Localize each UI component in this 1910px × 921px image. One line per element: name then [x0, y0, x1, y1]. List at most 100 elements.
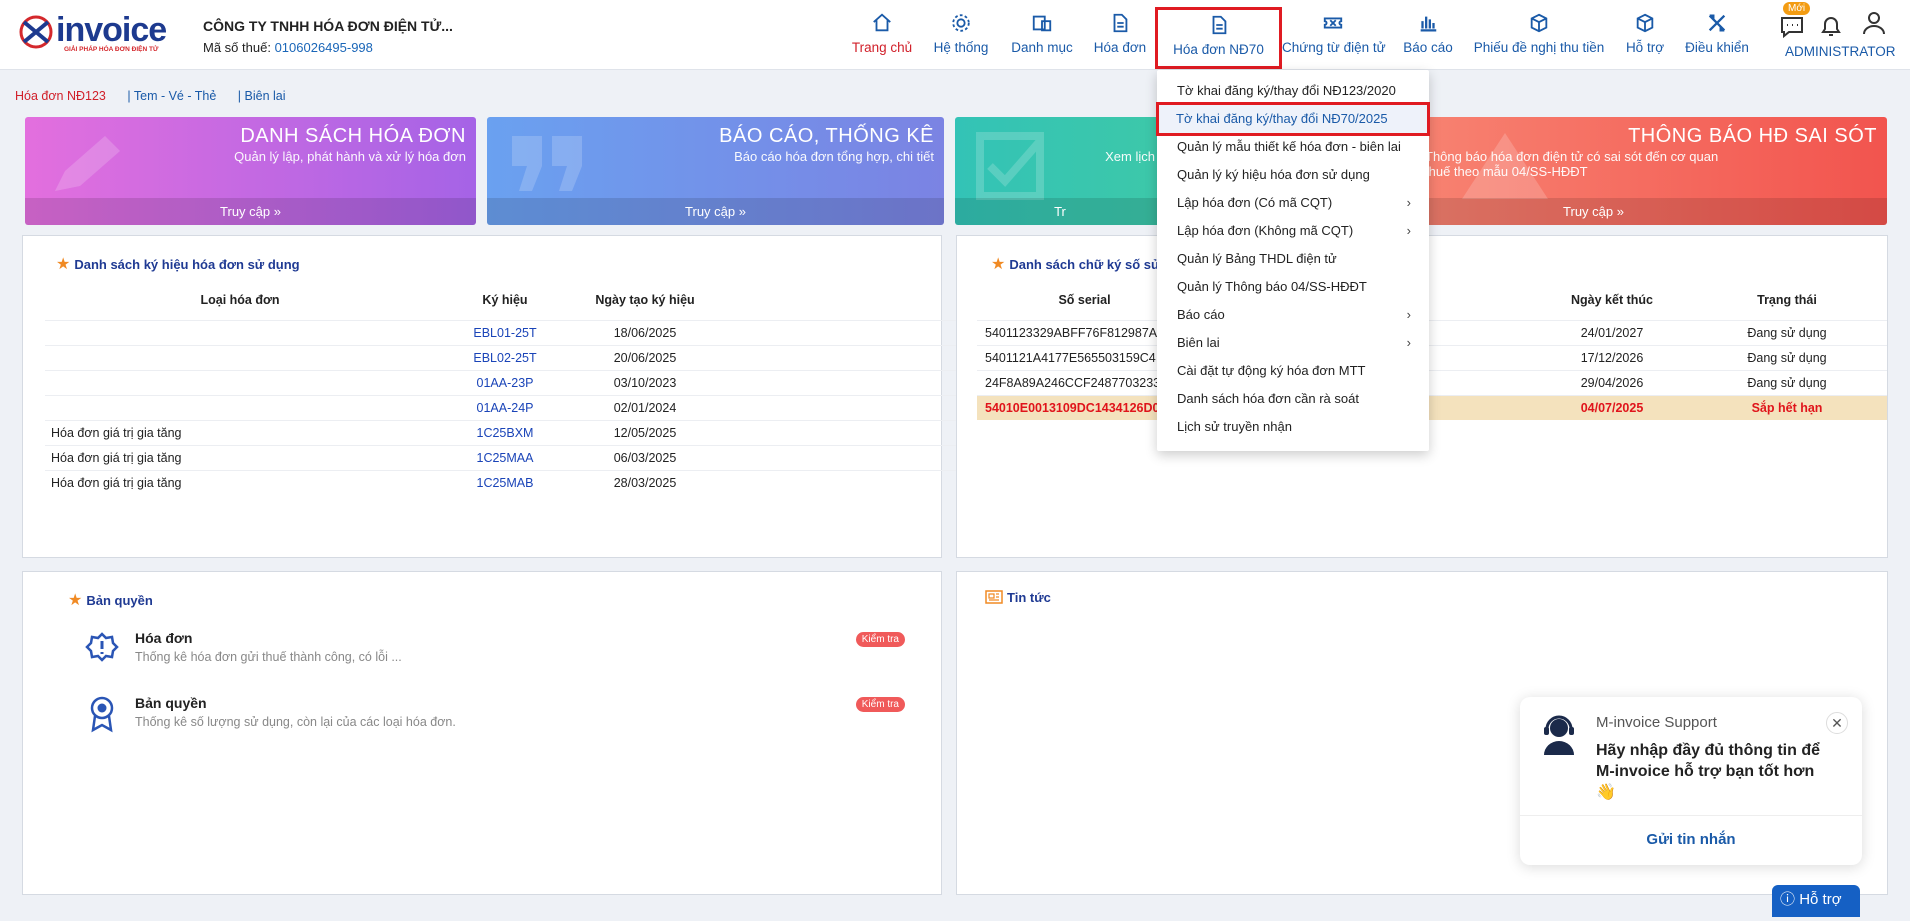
dropdown-item[interactable]: Báo cáo › — [1157, 301, 1429, 329]
cell-symbol-code[interactable]: 01AA-24P — [435, 394, 575, 420]
nav-ho-tro[interactable]: Hỗ trợ — [1620, 8, 1670, 64]
nav-phieu-de-nghi-thu-tien[interactable]: Phiếu đề nghị thu tiền — [1472, 8, 1606, 64]
dropdown-item-label: Cài đặt tự động ký hóa đơn MTT — [1177, 363, 1366, 378]
table-row[interactable]: EBL01-25T 18/06/2025 — [45, 319, 963, 345]
dropdown-item[interactable]: Lịch sử truyền nhận — [1157, 413, 1429, 441]
company-name: CÔNG TY TNHH HÓA ĐƠN ĐIỆN TỬ... — [203, 18, 453, 34]
nav-label: Hóa đơn — [1093, 40, 1147, 55]
cell-invoice-type: Hóa đơn giá trị gia tăng — [45, 444, 435, 470]
cell-created-date: 18/06/2025 — [575, 319, 715, 345]
dropdown-item-label: Lập hóa đơn (Có mã CQT) — [1177, 195, 1333, 210]
dropdown-item[interactable]: Biên lai › — [1157, 329, 1429, 357]
table-row[interactable]: 24F8A89A246CCF2487703233 29/04/2026 Đang s… — [977, 369, 1887, 395]
nav-danh-muc[interactable]: Danh mục — [1008, 8, 1076, 64]
subnav-tem-ve-the[interactable]: | Tem - Vé - Thẻ — [127, 89, 216, 103]
license-item-desc: Thống kê số lượng sử dụng, còn lại của c… — [135, 715, 456, 729]
table-row[interactable]: Hóa đơn giá trị gia tăng 1C25MAA 06/03/202… — [45, 444, 963, 470]
col-header: Ngày tạo ký hiệu — [595, 292, 695, 307]
nav-hoa-don[interactable]: Hóa đơn — [1090, 8, 1150, 64]
table-row[interactable]: 01AA-23P 03/10/2023 — [45, 369, 963, 395]
minvoice-logo[interactable]: invoice GIẢI PHÁP HÓA ĐƠN ĐIỆN TỬ — [16, 12, 181, 56]
nav-label: Danh mục — [1011, 40, 1073, 55]
cell-symbol-code[interactable]: 1C25BXM — [435, 419, 575, 445]
check-badge-button[interactable]: Kiểm tra — [855, 697, 905, 712]
send-message-button[interactable]: Gửi tin nhắn — [1520, 831, 1862, 848]
nav-bao-cao[interactable]: Báo cáo — [1398, 8, 1458, 64]
user-icon[interactable] — [1860, 8, 1888, 36]
close-icon[interactable]: ✕ — [1826, 712, 1848, 734]
star-icon: ★ — [56, 256, 71, 273]
cell-status: Đang sử dụng — [1687, 344, 1887, 370]
tax-code-line: Mã số thuế: 0106026495-998 — [203, 40, 373, 55]
document-icon — [1207, 14, 1231, 42]
help-button[interactable]: ⓘ Hỗ trợ — [1772, 885, 1860, 917]
table-row[interactable]: 01AA-24P 02/01/2024 — [45, 394, 963, 420]
license-item-title: Bản quyền — [135, 695, 207, 711]
license-item-hoa-don[interactable]: Hóa đơn Thống kê hóa đơn gửi thuế thành … — [85, 630, 935, 670]
table-row[interactable]: 5401121A4177E565503159C4 17/12/2026 Đang s… — [977, 344, 1887, 370]
dropdown-item[interactable]: Lập hóa đơn (Có mã CQT) › — [1157, 189, 1429, 217]
nav-he-thong[interactable]: Hệ thống — [930, 8, 992, 64]
hoa-don-nd70-dropdown-menu: Tờ khai đăng ký/thay đổi NĐ123/2020 Tờ kh… — [1156, 70, 1430, 451]
cell-created-date: 12/05/2025 — [575, 419, 715, 445]
dropdown-item[interactable]: Quản lý Thông báo 04/SS-HĐĐT — [1157, 273, 1429, 301]
banner-access-link[interactable]: Truy cập » — [25, 198, 476, 225]
cell-invoice-type — [45, 394, 435, 420]
message-icon[interactable] — [1778, 12, 1806, 40]
cell-symbol-code[interactable]: EBL02-25T — [435, 344, 575, 370]
nav-trang-chu[interactable]: Trang chủ — [848, 8, 916, 64]
dropdown-item[interactable]: Tờ khai đăng ký/thay đổi NĐ123/2020 — [1157, 77, 1429, 105]
table-row[interactable]: 5401123329ABFF76F812987A 24/01/2027 Đang s… — [977, 319, 1887, 345]
nav-label: Báo cáo — [1403, 40, 1453, 55]
nav-hoa-don-nd70[interactable]: Hóa đơn NĐ70 — [1155, 7, 1282, 69]
banner-title: THÔNG BÁO HĐ SAI SÓT — [1628, 125, 1877, 147]
alert-badge-icon — [85, 632, 119, 662]
cell-invoice-type — [45, 344, 435, 370]
cell-symbol-code[interactable]: EBL01-25T — [435, 319, 575, 345]
banner-bao-cao-thong-ke[interactable]: BÁO CÁO, THỐNG KÊ Báo cáo hóa đơn tổng h… — [487, 117, 944, 225]
panel-title: ★ Bản quyền — [68, 592, 153, 609]
dropdown-item[interactable]: Quản lý ký hiệu hóa đơn sử dụng — [1157, 161, 1429, 189]
table-row[interactable]: Hóa đơn giá trị gia tăng 1C25MAB 28/03/202… — [45, 469, 963, 495]
support-chat-popup: M-invoice Support Hãy nhập đầy đủ thông … — [1520, 697, 1862, 865]
dropdown-item[interactable]: Tờ khai đăng ký/thay đổi NĐ70/2025 — [1156, 102, 1430, 136]
table-row[interactable]: 54010E0013109DC1434126D0 04/07/2025 Sắp hế… — [977, 394, 1887, 420]
dropdown-item[interactable]: Quản lý mẫu thiết kế hóa đơn - biên lai — [1157, 133, 1429, 161]
dropdown-item[interactable]: Cài đặt tự động ký hóa đơn MTT — [1157, 357, 1429, 385]
col-header: Ký hiệu — [482, 292, 528, 307]
banner-xem-lich[interactable]: Xem lịch Tr — [955, 117, 1165, 225]
chevron-right-icon: › — [1406, 223, 1411, 238]
cell-invoice-type — [45, 319, 435, 345]
col-header: Loại hóa đơn — [200, 292, 280, 307]
dropdown-item[interactable]: Quản lý Bảng THDL điện tử — [1157, 245, 1429, 273]
table-row[interactable]: Hóa đơn giá trị gia tăng 1C25BXM 12/05/202… — [45, 419, 963, 445]
cell-symbol-code[interactable]: 01AA-23P — [435, 369, 575, 395]
subnav-hoa-don-nd123[interactable]: Hóa đơn NĐ123 — [15, 89, 106, 103]
check-badge-button[interactable]: Kiểm tra — [855, 632, 905, 647]
cell-symbol-code[interactable]: 1C25MAB — [435, 469, 575, 495]
col-header: Trạng thái — [1757, 292, 1817, 307]
cell-invoice-type: Hóa đơn giá trị gia tăng — [45, 469, 435, 495]
panel-title: ★ Danh sách ký hiệu hóa đơn sử dụng — [56, 256, 300, 273]
dropdown-item-label: Lập hóa đơn (Không mã CQT) — [1177, 223, 1354, 238]
cell-status: Đang sử dụng — [1687, 319, 1887, 345]
table-row[interactable]: EBL02-25T 20/06/2025 — [45, 344, 963, 370]
dropdown-item-label: Quản lý mẫu thiết kế hóa đơn - biên lai — [1177, 139, 1401, 154]
cell-symbol-code[interactable]: 1C25MAA — [435, 444, 575, 470]
banner-desc: Xem lịch — [1105, 149, 1155, 164]
nav-label: Hệ thống — [933, 40, 989, 55]
newspaper-icon — [985, 590, 1003, 604]
bell-icon[interactable] — [1817, 12, 1845, 40]
nav-chung-tu-dien-tu[interactable]: Chứng từ điện tử — [1282, 8, 1386, 64]
box-icon — [1527, 12, 1551, 40]
license-item-ban-quyen[interactable]: Bản quyền Thống kê số lượng sử dụng, còn… — [85, 695, 935, 735]
banner-danh-sach-hoa-don[interactable]: DANH SÁCH HÓA ĐƠN Quản lý lập, phát hành… — [25, 117, 476, 225]
banner-access-link[interactable]: Tr — [955, 198, 1165, 225]
dropdown-item[interactable]: Danh sách hóa đơn cần rà soát — [1157, 385, 1429, 413]
dropdown-item[interactable]: Lập hóa đơn (Không mã CQT) › — [1157, 217, 1429, 245]
cell-created-date: 03/10/2023 — [575, 369, 715, 395]
nav-dieu-khien[interactable]: Điều khiển — [1684, 8, 1750, 64]
banner-access-link[interactable]: Truy cập » — [487, 198, 944, 225]
subnav-bien-lai[interactable]: | Biên lai — [238, 89, 286, 103]
user-name[interactable]: ADMINISTRATOR — [1785, 44, 1896, 59]
